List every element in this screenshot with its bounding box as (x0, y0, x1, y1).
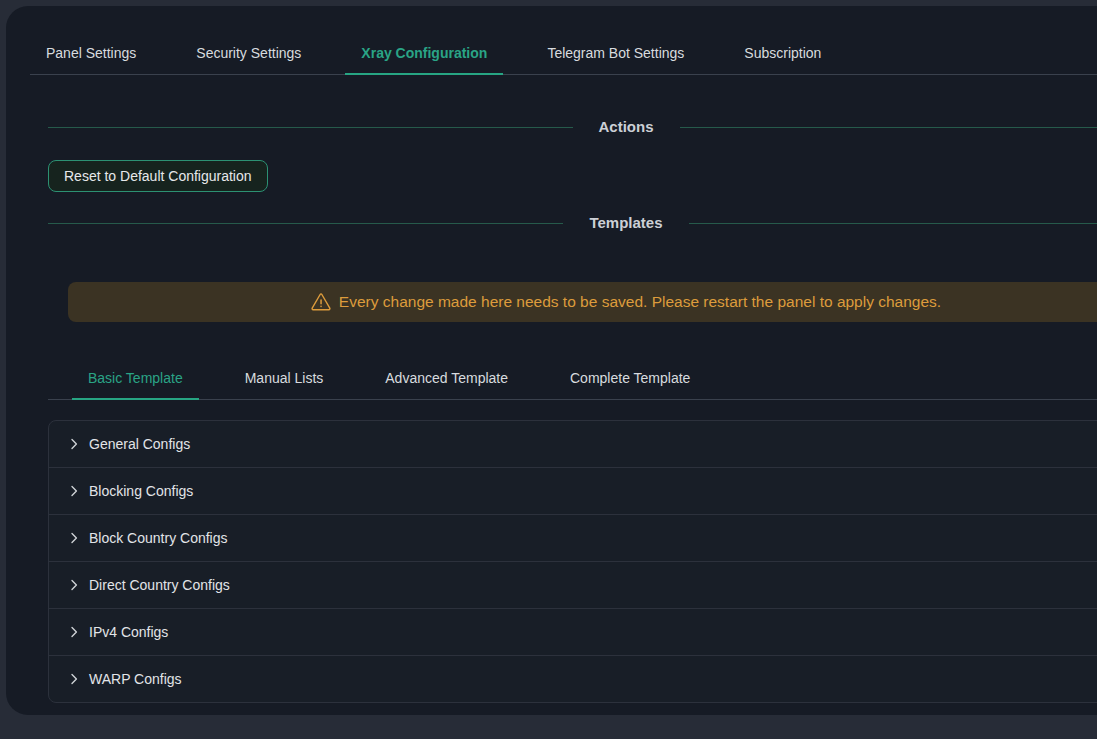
tab-label: Basic Template (88, 370, 183, 386)
settings-card: Panel Settings Security Settings Xray Co… (6, 6, 1097, 715)
template-tabbar: Basic Template Manual Lists Advanced Tem… (48, 357, 1097, 400)
active-tab-inkbar (345, 73, 503, 75)
tab-label: Advanced Template (385, 370, 508, 386)
collapse-header-label: Direct Country Configs (89, 577, 230, 593)
restart-warning-text: Every change made here needs to be saved… (339, 293, 941, 311)
tab-label: Panel Settings (46, 45, 136, 61)
tab-label: Manual Lists (245, 370, 324, 386)
tab-telegram-bot-settings[interactable]: Telegram Bot Settings (531, 32, 700, 74)
tab-basic-template[interactable]: Basic Template (72, 357, 199, 399)
collapse-general-configs[interactable]: General Configs (49, 421, 1097, 468)
chevron-right-icon (68, 438, 80, 450)
active-tab-inkbar (72, 398, 199, 400)
restart-warning-alert: Every change made here needs to be saved… (68, 282, 1097, 322)
collapse-header-label: Block Country Configs (89, 530, 228, 546)
collapse-header-label: General Configs (89, 436, 190, 452)
collapse-direct-country-configs[interactable]: Direct Country Configs (49, 562, 1097, 609)
tab-xray-configuration[interactable]: Xray Configuration (345, 32, 503, 74)
reset-to-default-button[interactable]: Reset to Default Configuration (48, 160, 268, 192)
collapse-header-label: WARP Configs (89, 671, 182, 687)
settings-tabbar: Panel Settings Security Settings Xray Co… (30, 32, 1097, 75)
xray-configuration-pane: Actions Reset to Default Configuration T… (30, 116, 1097, 703)
actions-section-title: Actions (573, 116, 680, 138)
tab-advanced-template[interactable]: Advanced Template (369, 357, 524, 399)
configs-collapse: General Configs Blocking Configs Block C… (48, 420, 1097, 703)
tab-panel-settings[interactable]: Panel Settings (30, 32, 152, 74)
chevron-right-icon (68, 485, 80, 497)
tab-subscription[interactable]: Subscription (728, 32, 837, 74)
templates-section-title: Templates (563, 212, 688, 234)
collapse-warp-configs[interactable]: WARP Configs (49, 656, 1097, 702)
tab-label: Telegram Bot Settings (547, 45, 684, 61)
chevron-right-icon (68, 579, 80, 591)
tab-label: Security Settings (196, 45, 301, 61)
tab-label: Subscription (744, 45, 821, 61)
collapse-block-country-configs[interactable]: Block Country Configs (49, 515, 1097, 562)
chevron-right-icon (68, 673, 80, 685)
collapse-ipv4-configs[interactable]: IPv4 Configs (49, 609, 1097, 656)
warning-triangle-icon (311, 293, 331, 311)
templates-divider: Templates (48, 212, 1097, 234)
tab-label: Complete Template (570, 370, 690, 386)
collapse-header-label: Blocking Configs (89, 483, 193, 499)
chevron-right-icon (68, 532, 80, 544)
actions-divider: Actions (48, 116, 1097, 138)
tab-manual-lists[interactable]: Manual Lists (229, 357, 340, 399)
tab-security-settings[interactable]: Security Settings (180, 32, 317, 74)
tab-label: Xray Configuration (361, 45, 487, 61)
tab-complete-template[interactable]: Complete Template (554, 357, 706, 399)
collapse-header-label: IPv4 Configs (89, 624, 168, 640)
collapse-blocking-configs[interactable]: Blocking Configs (49, 468, 1097, 515)
chevron-right-icon (68, 626, 80, 638)
